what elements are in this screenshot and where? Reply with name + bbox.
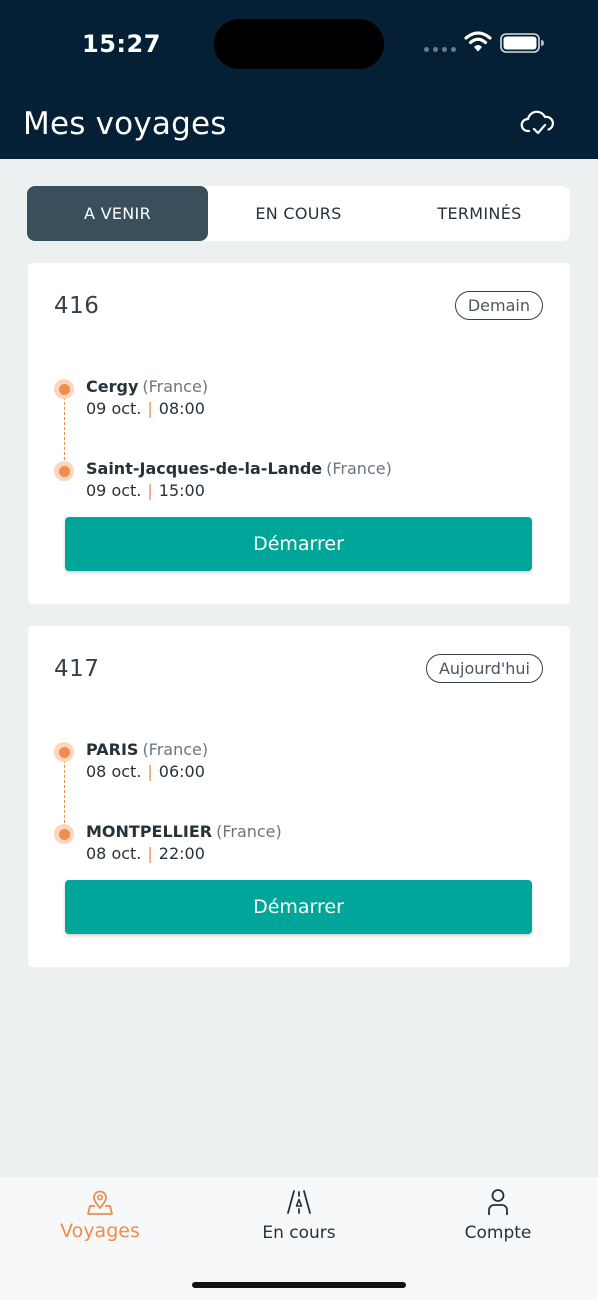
origin-dot-icon (54, 742, 74, 762)
origin-city: PARIS (86, 740, 139, 759)
origin-country: (France) (142, 740, 209, 759)
origin-city: Cergy (86, 377, 139, 396)
separator: | (147, 844, 153, 863)
trip-date-badge: Demain (454, 291, 543, 320)
nav-item-compte[interactable]: Compte (408, 1187, 588, 1257)
destination-dot-icon (54, 461, 74, 481)
destination-time: 22:00 (158, 844, 205, 863)
page-title: Mes voyages (23, 106, 227, 142)
user-icon (488, 1189, 508, 1215)
nav-label-voyages: Voyages (60, 1220, 140, 1242)
origin-country: (France) (142, 377, 209, 396)
home-indicator[interactable] (192, 1282, 406, 1288)
wifi-icon (464, 31, 492, 52)
start-trip-button[interactable]: Démarrer (65, 517, 532, 571)
route-line (64, 760, 65, 828)
nav-item-en-cours[interactable]: En cours (209, 1187, 389, 1257)
destination-time: 15:00 (158, 481, 205, 500)
trip-card[interactable]: 416 Demain Cergy (France) 09 oct. | 08:00 S… (28, 263, 570, 604)
destination-date: 08 oct. (86, 844, 142, 863)
separator: | (147, 481, 153, 500)
nav-item-voyages[interactable]: Voyages (10, 1187, 190, 1257)
origin-date: 09 oct. (86, 399, 142, 418)
destination-city: MONTPELLIER (86, 822, 213, 841)
cloud-check-icon (520, 110, 554, 135)
map-pin-icon (87, 1190, 113, 1215)
trip-number: 417 (54, 656, 100, 682)
sync-button[interactable] (520, 108, 556, 140)
dynamic-island (214, 19, 384, 69)
trip-number: 416 (54, 293, 100, 319)
trip-date-badge: Aujourd'hui (425, 654, 543, 683)
destination-country: (France) (216, 822, 282, 841)
destination-date: 09 oct. (86, 481, 142, 500)
separator: | (147, 762, 153, 781)
trip-filter-tabs: A VENIR EN COURS TERMINÉS (27, 186, 570, 241)
separator: | (147, 399, 153, 418)
nav-label-en-cours: En cours (262, 1223, 336, 1243)
start-trip-button[interactable]: Démarrer (65, 880, 532, 934)
tab-en-cours[interactable]: EN COURS (208, 186, 389, 241)
destination-country: (France) (326, 459, 392, 478)
battery-icon (500, 33, 544, 53)
origin-time: 08:00 (158, 399, 205, 418)
origin-time: 06:00 (158, 762, 205, 781)
road-icon (287, 1190, 311, 1214)
app-header: 15:27 Mes voyages (0, 0, 598, 159)
cellular-signal-icon (424, 47, 456, 52)
origin-date: 08 oct. (86, 762, 142, 781)
trip-card[interactable]: 417 Aujourd'hui PARIS (France) 08 oct. | 06… (28, 626, 570, 967)
nav-label-compte: Compte (464, 1223, 532, 1243)
destination-dot-icon (54, 824, 74, 844)
destination-city: Saint-Jacques-de-la-Lande (86, 459, 323, 478)
route-line (64, 397, 65, 465)
tab-termines[interactable]: TERMINÉS (389, 186, 570, 241)
tab-a-venir[interactable]: A VENIR (27, 186, 208, 241)
origin-dot-icon (54, 379, 74, 399)
status-time: 15:27 (82, 30, 161, 58)
